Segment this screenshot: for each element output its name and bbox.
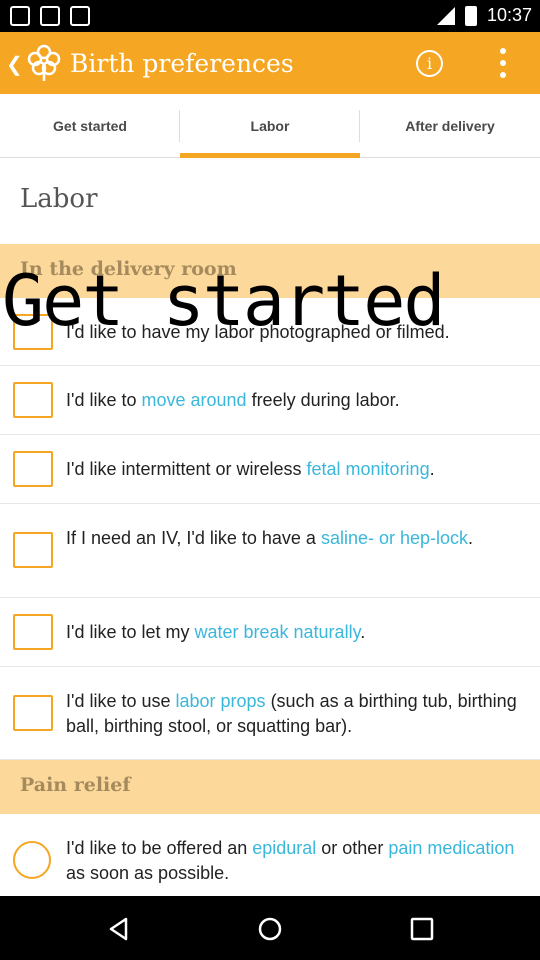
item-link[interactable]: fetal monitoring <box>307 459 430 479</box>
item-text: I'd like to use labor props (such as a b… <box>66 689 528 739</box>
more-vert-icon[interactable] <box>492 48 514 78</box>
tab-label: Get started <box>53 118 127 134</box>
item-text-part: I'd like to <box>66 390 142 410</box>
back-icon[interactable]: ❮ <box>6 52 23 77</box>
notification-icon <box>10 6 30 26</box>
item-link[interactable]: move around <box>141 390 246 410</box>
checkbox[interactable] <box>13 451 53 487</box>
item-text-part: I'd like intermittent or wireless <box>66 459 307 479</box>
list-item[interactable]: I'd like intermittent or wireless fetal … <box>0 435 540 504</box>
battery-icon <box>464 5 477 26</box>
radio-button[interactable] <box>13 841 51 879</box>
status-bar: 10:37 <box>0 0 540 32</box>
app-title: Birth preferences <box>70 49 294 78</box>
item-link[interactable]: water break naturally <box>194 622 360 642</box>
tab-labor[interactable]: Labor <box>180 94 360 158</box>
signal-icon <box>436 6 455 25</box>
item-text: I'd like to be offered an epidural or ot… <box>66 836 528 886</box>
item-text: I'd like to let my water break naturally… <box>66 620 528 645</box>
tab-label: Labor <box>250 118 290 134</box>
item-text: I'd like intermittent or wireless fetal … <box>66 457 528 482</box>
status-time: 10:37 <box>486 5 532 25</box>
item-link[interactable]: saline- or hep-lock <box>321 528 468 548</box>
item-text: If I need an IV, I'd like to have a sali… <box>66 526 528 551</box>
tab-bar: Get started Labor After delivery <box>0 94 540 158</box>
nav-back-icon[interactable] <box>106 916 132 942</box>
item-text-part: or other <box>316 838 389 858</box>
item-link[interactable]: labor props <box>176 691 266 711</box>
tab-label: After delivery <box>405 118 495 134</box>
list-item[interactable]: I'd like to let my water break naturally… <box>0 598 540 667</box>
item-text-part: I'd like to let my <box>66 622 195 642</box>
item-link[interactable]: epidural <box>252 838 316 858</box>
checkbox[interactable] <box>13 695 53 731</box>
list-item[interactable]: I'd like to be offered an epidural or ot… <box>0 814 540 896</box>
item-text-part: I'd like to be offered an <box>66 838 253 858</box>
info-icon[interactable]: i <box>416 50 443 77</box>
item-text-part: . <box>468 528 474 548</box>
app-bar: ❮ Birth preferences i <box>0 32 540 94</box>
item-text-part: . <box>429 459 435 479</box>
notification-icon <box>70 6 90 26</box>
tab-get-started[interactable]: Get started <box>0 94 180 158</box>
checkbox[interactable] <box>13 382 53 418</box>
page-title: Labor <box>20 184 98 214</box>
notification-icon <box>40 6 60 26</box>
item-text-part: as soon as possible. <box>66 863 230 883</box>
item-text: I'd like to move around freely during la… <box>66 388 528 413</box>
item-text-part: I'd like to use <box>66 691 176 711</box>
item-text-part: If I need an IV, I'd like to have a <box>66 528 321 548</box>
flower-logo-icon <box>27 44 61 81</box>
overlay-caption: Get started <box>2 260 446 342</box>
checkbox[interactable] <box>13 532 53 568</box>
list-item[interactable]: I'd like to move around freely during la… <box>0 366 540 435</box>
checkbox[interactable] <box>13 614 53 650</box>
item-text-part: freely during labor. <box>246 390 400 410</box>
list-item[interactable]: I'd like to use labor props (such as a b… <box>0 667 540 760</box>
item-link[interactable]: pain medication <box>388 838 514 858</box>
list-item[interactable]: If I need an IV, I'd like to have a sali… <box>0 504 540 598</box>
system-nav-bar <box>0 896 540 960</box>
item-text-part: . <box>360 622 366 642</box>
nav-recents-icon[interactable] <box>409 916 435 942</box>
tab-after-delivery[interactable]: After delivery <box>360 94 540 158</box>
group-header-pain-relief: Pain relief <box>0 760 540 814</box>
nav-home-icon[interactable] <box>257 916 283 942</box>
